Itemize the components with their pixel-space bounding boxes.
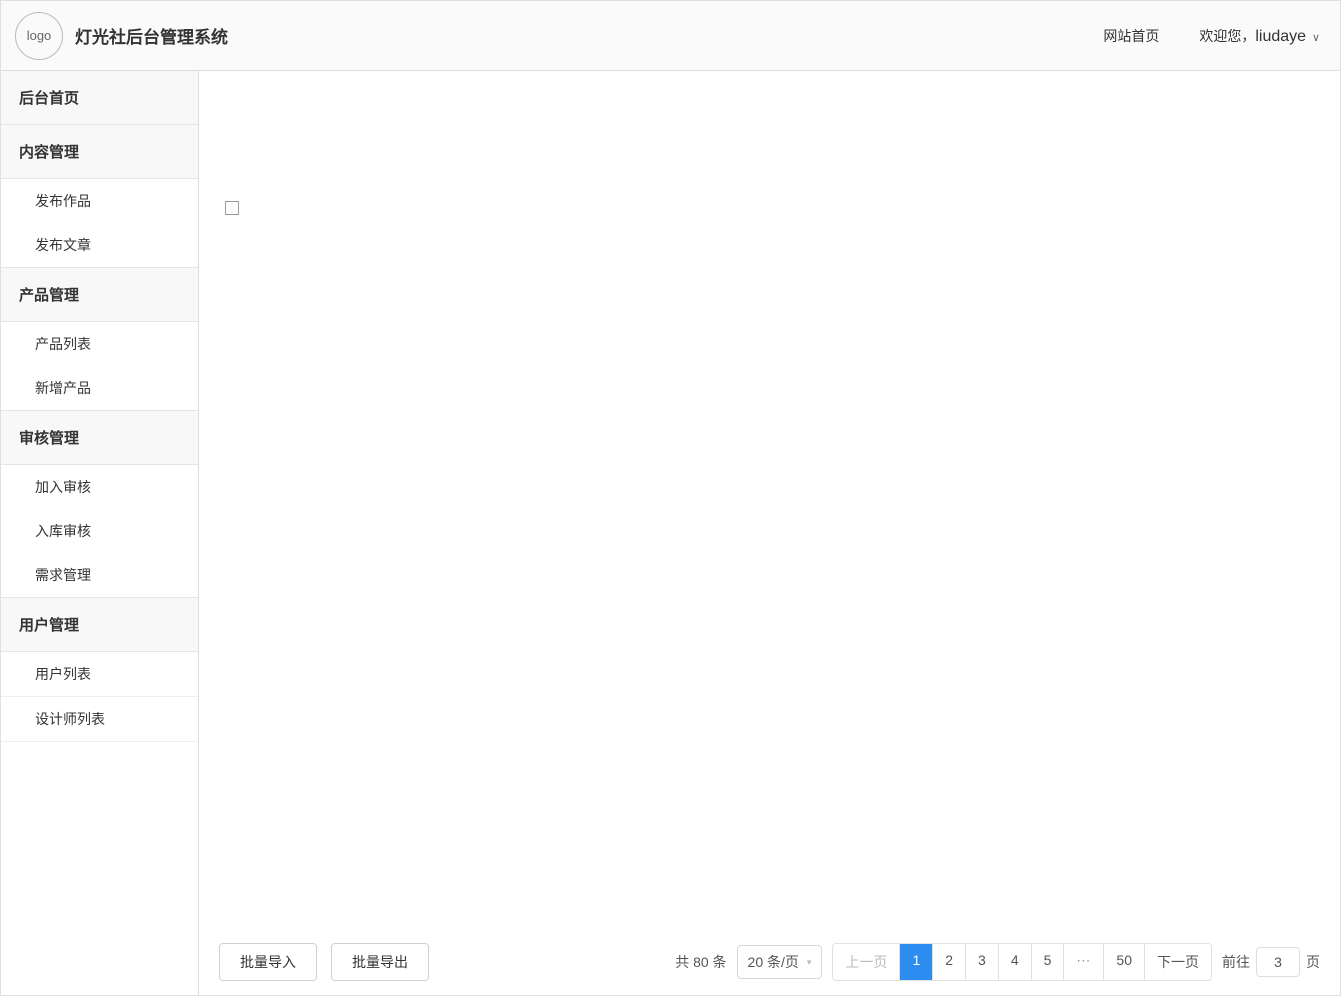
header: logo 灯光社后台管理系统 网站首页 欢迎您，liudaye ∨: [1, 1, 1340, 71]
goto-prefix: 前往: [1222, 952, 1250, 972]
page-4-button[interactable]: 4: [999, 944, 1032, 980]
chevron-down-icon: ∨: [1312, 32, 1320, 44]
goto-suffix: 页: [1306, 952, 1320, 972]
sidebar: 后台首页 内容管理 发布作品 发布文章 产品管理 产品列表 新增产品 审核管理 …: [1, 71, 199, 995]
sidebar-section-user[interactable]: 用户管理: [1, 598, 198, 652]
total-count: 共 80 条: [675, 952, 726, 972]
sidebar-item-product-list[interactable]: 产品列表: [1, 322, 198, 366]
footer-bar: 批量导入 批量导出 共 80 条 20 条/页 ▾ 上一页 1 2 3 4 5: [199, 929, 1340, 995]
page-size-label: 20 条/页: [748, 952, 799, 972]
page-2-button[interactable]: 2: [933, 944, 966, 980]
sidebar-item-user-list[interactable]: 用户列表: [1, 652, 198, 697]
sidebar-item-publish-work[interactable]: 发布作品: [1, 179, 198, 223]
next-page-button[interactable]: 下一页: [1145, 944, 1211, 980]
sidebar-section-content[interactable]: 内容管理: [1, 125, 198, 179]
welcome-prefix: 欢迎您，: [1199, 28, 1255, 44]
app-title: 灯光社后台管理系统: [75, 23, 228, 48]
sidebar-item-join-audit[interactable]: 加入审核: [1, 465, 198, 509]
select-all-checkbox[interactable]: [225, 201, 239, 215]
batch-import-button[interactable]: 批量导入: [219, 943, 317, 981]
goto-page: 前往 页: [1222, 947, 1320, 977]
sidebar-item-add-product[interactable]: 新增产品: [1, 366, 198, 411]
page-5-button[interactable]: 5: [1032, 944, 1065, 980]
sidebar-section-product[interactable]: 产品管理: [1, 268, 198, 322]
sidebar-item-storage-audit[interactable]: 入库审核: [1, 509, 198, 553]
home-link[interactable]: 网站首页: [1103, 26, 1159, 46]
page-3-button[interactable]: 3: [966, 944, 999, 980]
main-content: 批量导入 批量导出 共 80 条 20 条/页 ▾ 上一页 1 2 3 4 5: [199, 71, 1340, 995]
page-1-button[interactable]: 1: [900, 944, 933, 980]
prev-page-button[interactable]: 上一页: [833, 944, 900, 980]
sidebar-item-demand-manage[interactable]: 需求管理: [1, 553, 198, 598]
batch-export-button[interactable]: 批量导出: [331, 943, 429, 981]
logo: logo: [15, 12, 63, 60]
sidebar-item-designer-list[interactable]: 设计师列表: [1, 697, 198, 742]
user-menu[interactable]: 欢迎您，liudaye ∨: [1199, 26, 1320, 46]
username: liudaye: [1255, 28, 1306, 45]
sidebar-item-publish-article[interactable]: 发布文章: [1, 223, 198, 268]
chevron-down-icon: ▾: [807, 957, 812, 968]
page-50-button[interactable]: 50: [1104, 944, 1145, 980]
pagination: 上一页 1 2 3 4 5 ⋯ 50 下一页: [832, 943, 1212, 981]
page-ellipsis[interactable]: ⋯: [1064, 944, 1104, 980]
sidebar-section-home[interactable]: 后台首页: [1, 71, 198, 125]
page-size-select[interactable]: 20 条/页 ▾: [737, 945, 823, 979]
sidebar-section-audit[interactable]: 审核管理: [1, 411, 198, 465]
goto-page-input[interactable]: [1256, 947, 1300, 977]
